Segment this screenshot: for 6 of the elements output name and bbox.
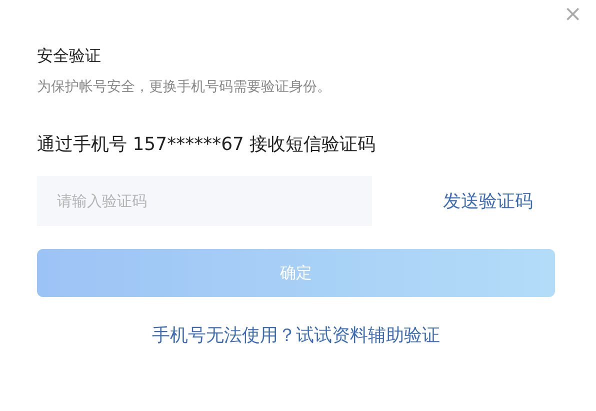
dialog-title: 安全验证 [37, 45, 102, 67]
dialog-subtitle: 为保护帐号安全，更换手机号码需要验证身份。 [37, 78, 332, 97]
phone-prompt: 通过手机号 157******67 接收短信验证码 [37, 133, 377, 157]
alternative-verification-link[interactable]: 手机号无法使用？试试资料辅助验证 [152, 323, 440, 347]
code-input-field[interactable]: 请输入验证码 [37, 176, 372, 226]
send-code-link[interactable]: 发送验证码 [443, 189, 533, 213]
